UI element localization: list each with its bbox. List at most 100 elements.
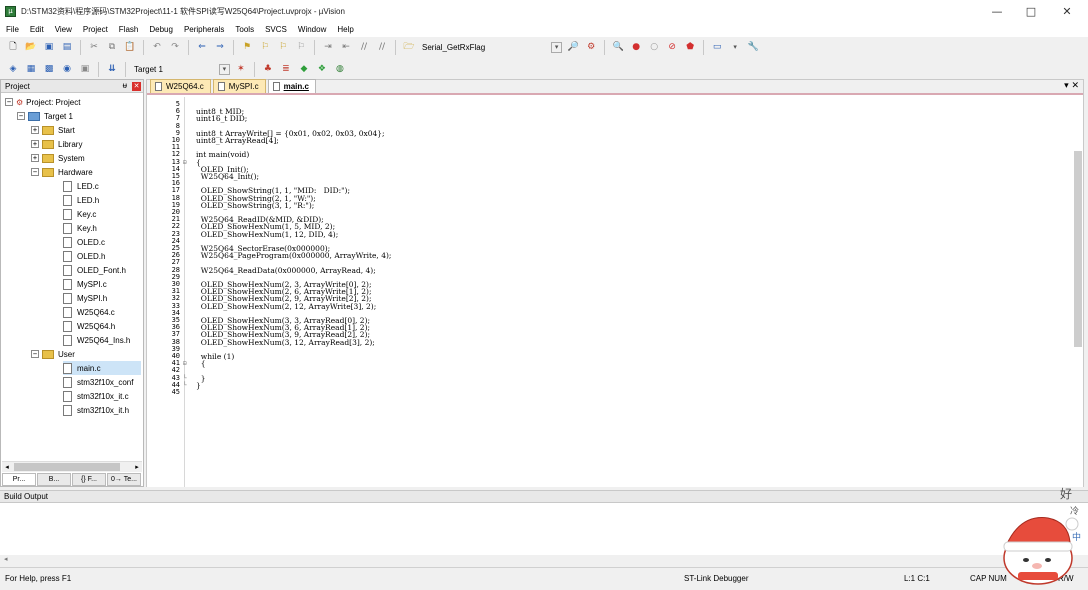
indent-icon[interactable]: ⇥ <box>321 41 335 55</box>
code-line[interactable]: OLED_ShowHexNum(2, 12, ArrayWrite[3], 2)… <box>196 302 376 310</box>
tree-group-hardware[interactable]: − Hardware <box>31 165 93 179</box>
save-all-icon[interactable]: ▤ <box>60 41 74 55</box>
tree-target[interactable]: − Target 1 <box>17 109 73 123</box>
code-line[interactable]: OLED_ShowString(3, 1, "R:"); <box>196 202 315 210</box>
configure-icon[interactable]: 🔧 <box>746 41 760 55</box>
expand-icon[interactable]: + <box>31 126 39 134</box>
tree-file-selected[interactable]: main.c <box>63 361 141 375</box>
collapse-icon[interactable]: − <box>17 112 25 120</box>
tab-project[interactable]: Pr... <box>2 473 36 486</box>
minimize-button[interactable]: — <box>980 0 1014 22</box>
tab-functions[interactable]: {} F... <box>72 473 106 486</box>
editor-tab-myspi[interactable]: MySPI.c <box>212 79 266 93</box>
code-line[interactable]: uint16_t DID; <box>196 115 247 123</box>
collapse-icon[interactable]: − <box>31 350 39 358</box>
maximize-button[interactable]: □ <box>1014 0 1048 22</box>
unindent-icon[interactable]: ⇤ <box>339 41 353 55</box>
menu-window[interactable]: Window <box>298 25 326 34</box>
fold-marker-icon[interactable]: └ <box>183 375 187 382</box>
tree-file[interactable]: stm32f10x_conf <box>63 375 133 389</box>
tree-group-user[interactable]: − User <box>31 347 75 361</box>
code-line[interactable]: } <box>196 382 201 390</box>
find-dropdown-icon[interactable]: ▾ <box>551 42 563 53</box>
incremental-find-icon[interactable]: 🔎 <box>566 41 580 55</box>
menu-help[interactable]: Help <box>337 25 353 34</box>
tree-file[interactable]: stm32f10x_it.c <box>63 389 129 403</box>
navigate-back-icon[interactable]: ⇐ <box>195 41 209 55</box>
tree-file[interactable]: OLED_Font.h <box>63 263 126 277</box>
cut-icon[interactable]: ✂ <box>87 41 101 55</box>
manage-project-icon[interactable]: ≣ <box>279 62 293 76</box>
tree-file[interactable]: LED.c <box>63 179 99 193</box>
tree-file[interactable]: Key.h <box>63 221 97 235</box>
code-area[interactable]: 5 6 7 8 9 10 11 12 13 14 15 16 17 18 19 20 21 22 23 24 25 26 2… <box>147 97 1083 498</box>
fold-marker-icon[interactable]: ⊟ <box>183 360 187 367</box>
new-file-icon[interactable]: 🗋 <box>6 41 20 55</box>
menu-peripherals[interactable]: Peripherals <box>184 25 224 34</box>
comment-icon[interactable]: // <box>357 41 371 55</box>
build-icon[interactable]: ▦ <box>24 62 38 76</box>
find-in-files-icon[interactable]: 🗁 <box>402 41 416 55</box>
tree-file[interactable]: W25Q64_Ins.h <box>63 333 130 347</box>
bookmark-next-icon[interactable]: ⚐ <box>276 41 290 55</box>
editor-tab-w25q64[interactable]: W25Q64.c <box>150 79 211 93</box>
build-output-scrollbar[interactable]: ◂ <box>0 555 1088 565</box>
menu-edit[interactable]: Edit <box>30 25 44 34</box>
expand-icon[interactable]: + <box>31 154 39 162</box>
collapse-icon[interactable]: − <box>31 168 39 176</box>
scroll-left-icon[interactable]: ◂ <box>4 555 8 563</box>
target-dropdown-icon[interactable]: ▾ <box>218 63 230 75</box>
editor-vertical-scrollbar[interactable] <box>1074 151 1082 347</box>
tree-file[interactable]: MySPI.c <box>63 277 107 291</box>
breakpoint-disable-icon[interactable]: ○ <box>647 41 661 55</box>
code-line[interactable]: { <box>196 360 206 368</box>
breakpoint-kill-all-icon[interactable]: ⬟ <box>683 41 697 55</box>
tree-file[interactable]: OLED.c <box>63 235 105 249</box>
menu-svcs[interactable]: SVCS <box>265 25 287 34</box>
tree-group-library[interactable]: + Library <box>31 137 82 151</box>
bookmark-clear-icon[interactable]: ⚐ <box>294 41 308 55</box>
menu-project[interactable]: Project <box>83 25 108 34</box>
bookmark-prev-icon[interactable]: ⚐ <box>258 41 272 55</box>
close-button[interactable]: ✕ <box>1050 0 1084 22</box>
copy-icon[interactable]: ⧉ <box>105 41 119 55</box>
menu-file[interactable]: File <box>6 25 19 34</box>
tree-root[interactable]: − ⚙ Project: Project <box>5 95 80 109</box>
breakpoint-insert-icon[interactable]: ● <box>629 41 643 55</box>
start-debug-icon[interactable]: 🔍 <box>611 41 625 55</box>
manage-components-icon[interactable]: ♣ <box>261 62 275 76</box>
editor-close-icon[interactable]: ▾ ✕ <box>1064 81 1079 91</box>
paste-icon[interactable]: 📋 <box>123 41 137 55</box>
debug-settings-icon[interactable]: ⚙ <box>584 41 598 55</box>
download-icon[interactable]: ⇊ <box>105 62 119 76</box>
target-options-icon[interactable]: ✶ <box>234 62 248 76</box>
tab-templates[interactable]: 0→ Te... <box>107 473 141 486</box>
pin-icon[interactable]: ᵾ <box>123 81 127 90</box>
translate-icon[interactable]: ◈ <box>6 62 20 76</box>
fold-marker-icon[interactable]: ⊟ <box>183 159 187 166</box>
tree-horizontal-scrollbar[interactable]: ◂ ▸ <box>2 461 142 472</box>
undo-icon[interactable]: ↶ <box>150 41 164 55</box>
save-icon[interactable]: ▣ <box>42 41 56 55</box>
tab-books[interactable]: B... <box>37 473 71 486</box>
bookmark-toggle-icon[interactable]: ⚑ <box>240 41 254 55</box>
tree-file[interactable]: LED.h <box>63 193 99 207</box>
collapse-icon[interactable]: − <box>5 98 13 106</box>
find-combo[interactable]: Serial_GetRxFlag <box>422 43 485 52</box>
code-line[interactable]: uint8_t ArrayRead[4]; <box>196 137 279 145</box>
tree-file[interactable]: Key.c <box>63 207 96 221</box>
uncomment-icon[interactable]: // <box>375 41 389 55</box>
tree-group-start[interactable]: + Start <box>31 123 75 137</box>
menu-tools[interactable]: Tools <box>235 25 254 34</box>
redo-icon[interactable]: ↷ <box>168 41 182 55</box>
code-line[interactable]: W25Q64_ReadData(0x000000, ArrayRead, 4); <box>196 266 376 274</box>
tree-file[interactable]: W25Q64.c <box>63 305 115 319</box>
navigate-forward-icon[interactable]: ⇒ <box>213 41 227 55</box>
tree-file[interactable]: MySPI.h <box>63 291 107 305</box>
breakpoint-disable-all-icon[interactable]: ⊘ <box>665 41 679 55</box>
stop-build-icon[interactable]: ▣ <box>78 62 92 76</box>
code-line[interactable]: W25Q64_Init(); <box>196 173 259 181</box>
tree-file[interactable]: stm32f10x_it.h <box>63 403 129 417</box>
batch-build-icon[interactable]: ◉ <box>60 62 74 76</box>
menu-debug[interactable]: Debug <box>149 25 173 34</box>
